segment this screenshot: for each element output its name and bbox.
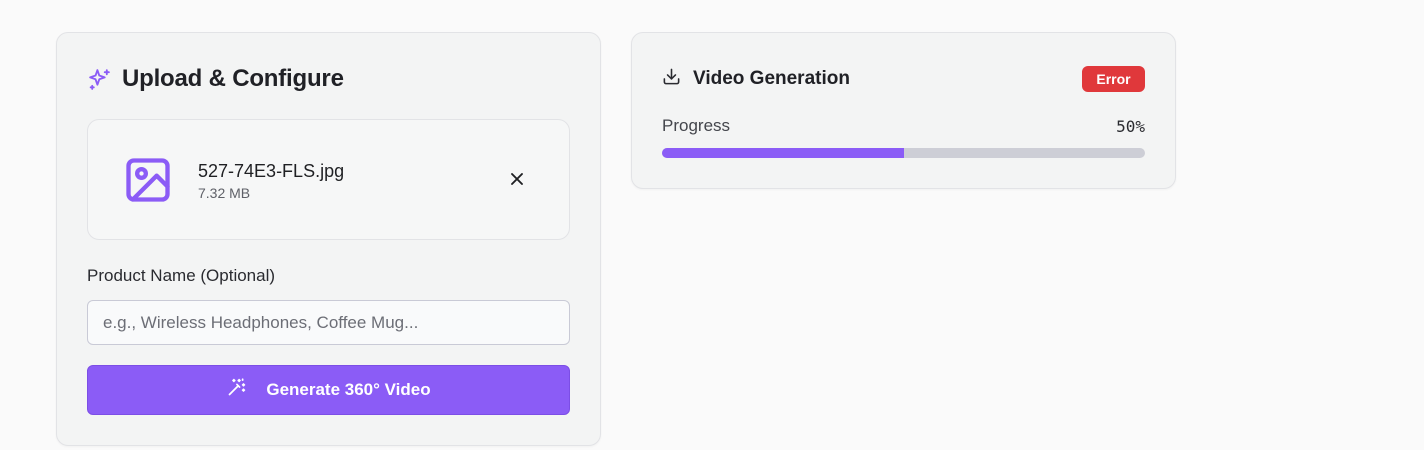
- status-badge: Error: [1082, 66, 1145, 92]
- video-generation-card: Video Generation Error Progress 50%: [631, 32, 1176, 189]
- remove-file-button[interactable]: [506, 170, 528, 192]
- video-generation-title-row: Video Generation: [662, 67, 850, 91]
- progress-percent: 50%: [1116, 117, 1145, 136]
- download-icon: [662, 67, 681, 91]
- generate-video-button[interactable]: Generate 360° Video: [87, 365, 570, 415]
- product-name-label: Product Name (Optional): [87, 266, 276, 285]
- upload-title: Upload & Configure: [122, 65, 344, 92]
- file-name: 527-74E3-FLS.jpg: [198, 161, 345, 181]
- video-generation-title: Video Generation: [693, 68, 850, 89]
- close-icon: [510, 172, 524, 191]
- product-name-input[interactable]: [87, 300, 570, 345]
- generate-video-label: Generate 360° Video: [266, 380, 431, 399]
- progress-label: Progress: [662, 116, 731, 135]
- upload-title-row: Upload & Configure: [87, 65, 344, 93]
- sparkles-icon: [87, 67, 112, 92]
- file-size: 7.32 MB: [198, 185, 251, 201]
- upload-configure-card: Upload & Configure 527-74E3-FLS.jpg 7.32…: [56, 32, 601, 446]
- progress-bar-fill: [662, 148, 904, 158]
- magic-wand-icon: [226, 377, 266, 403]
- image-icon: [122, 154, 174, 211]
- uploaded-file-card: 527-74E3-FLS.jpg 7.32 MB: [87, 119, 570, 240]
- progress-bar: [662, 148, 1145, 158]
